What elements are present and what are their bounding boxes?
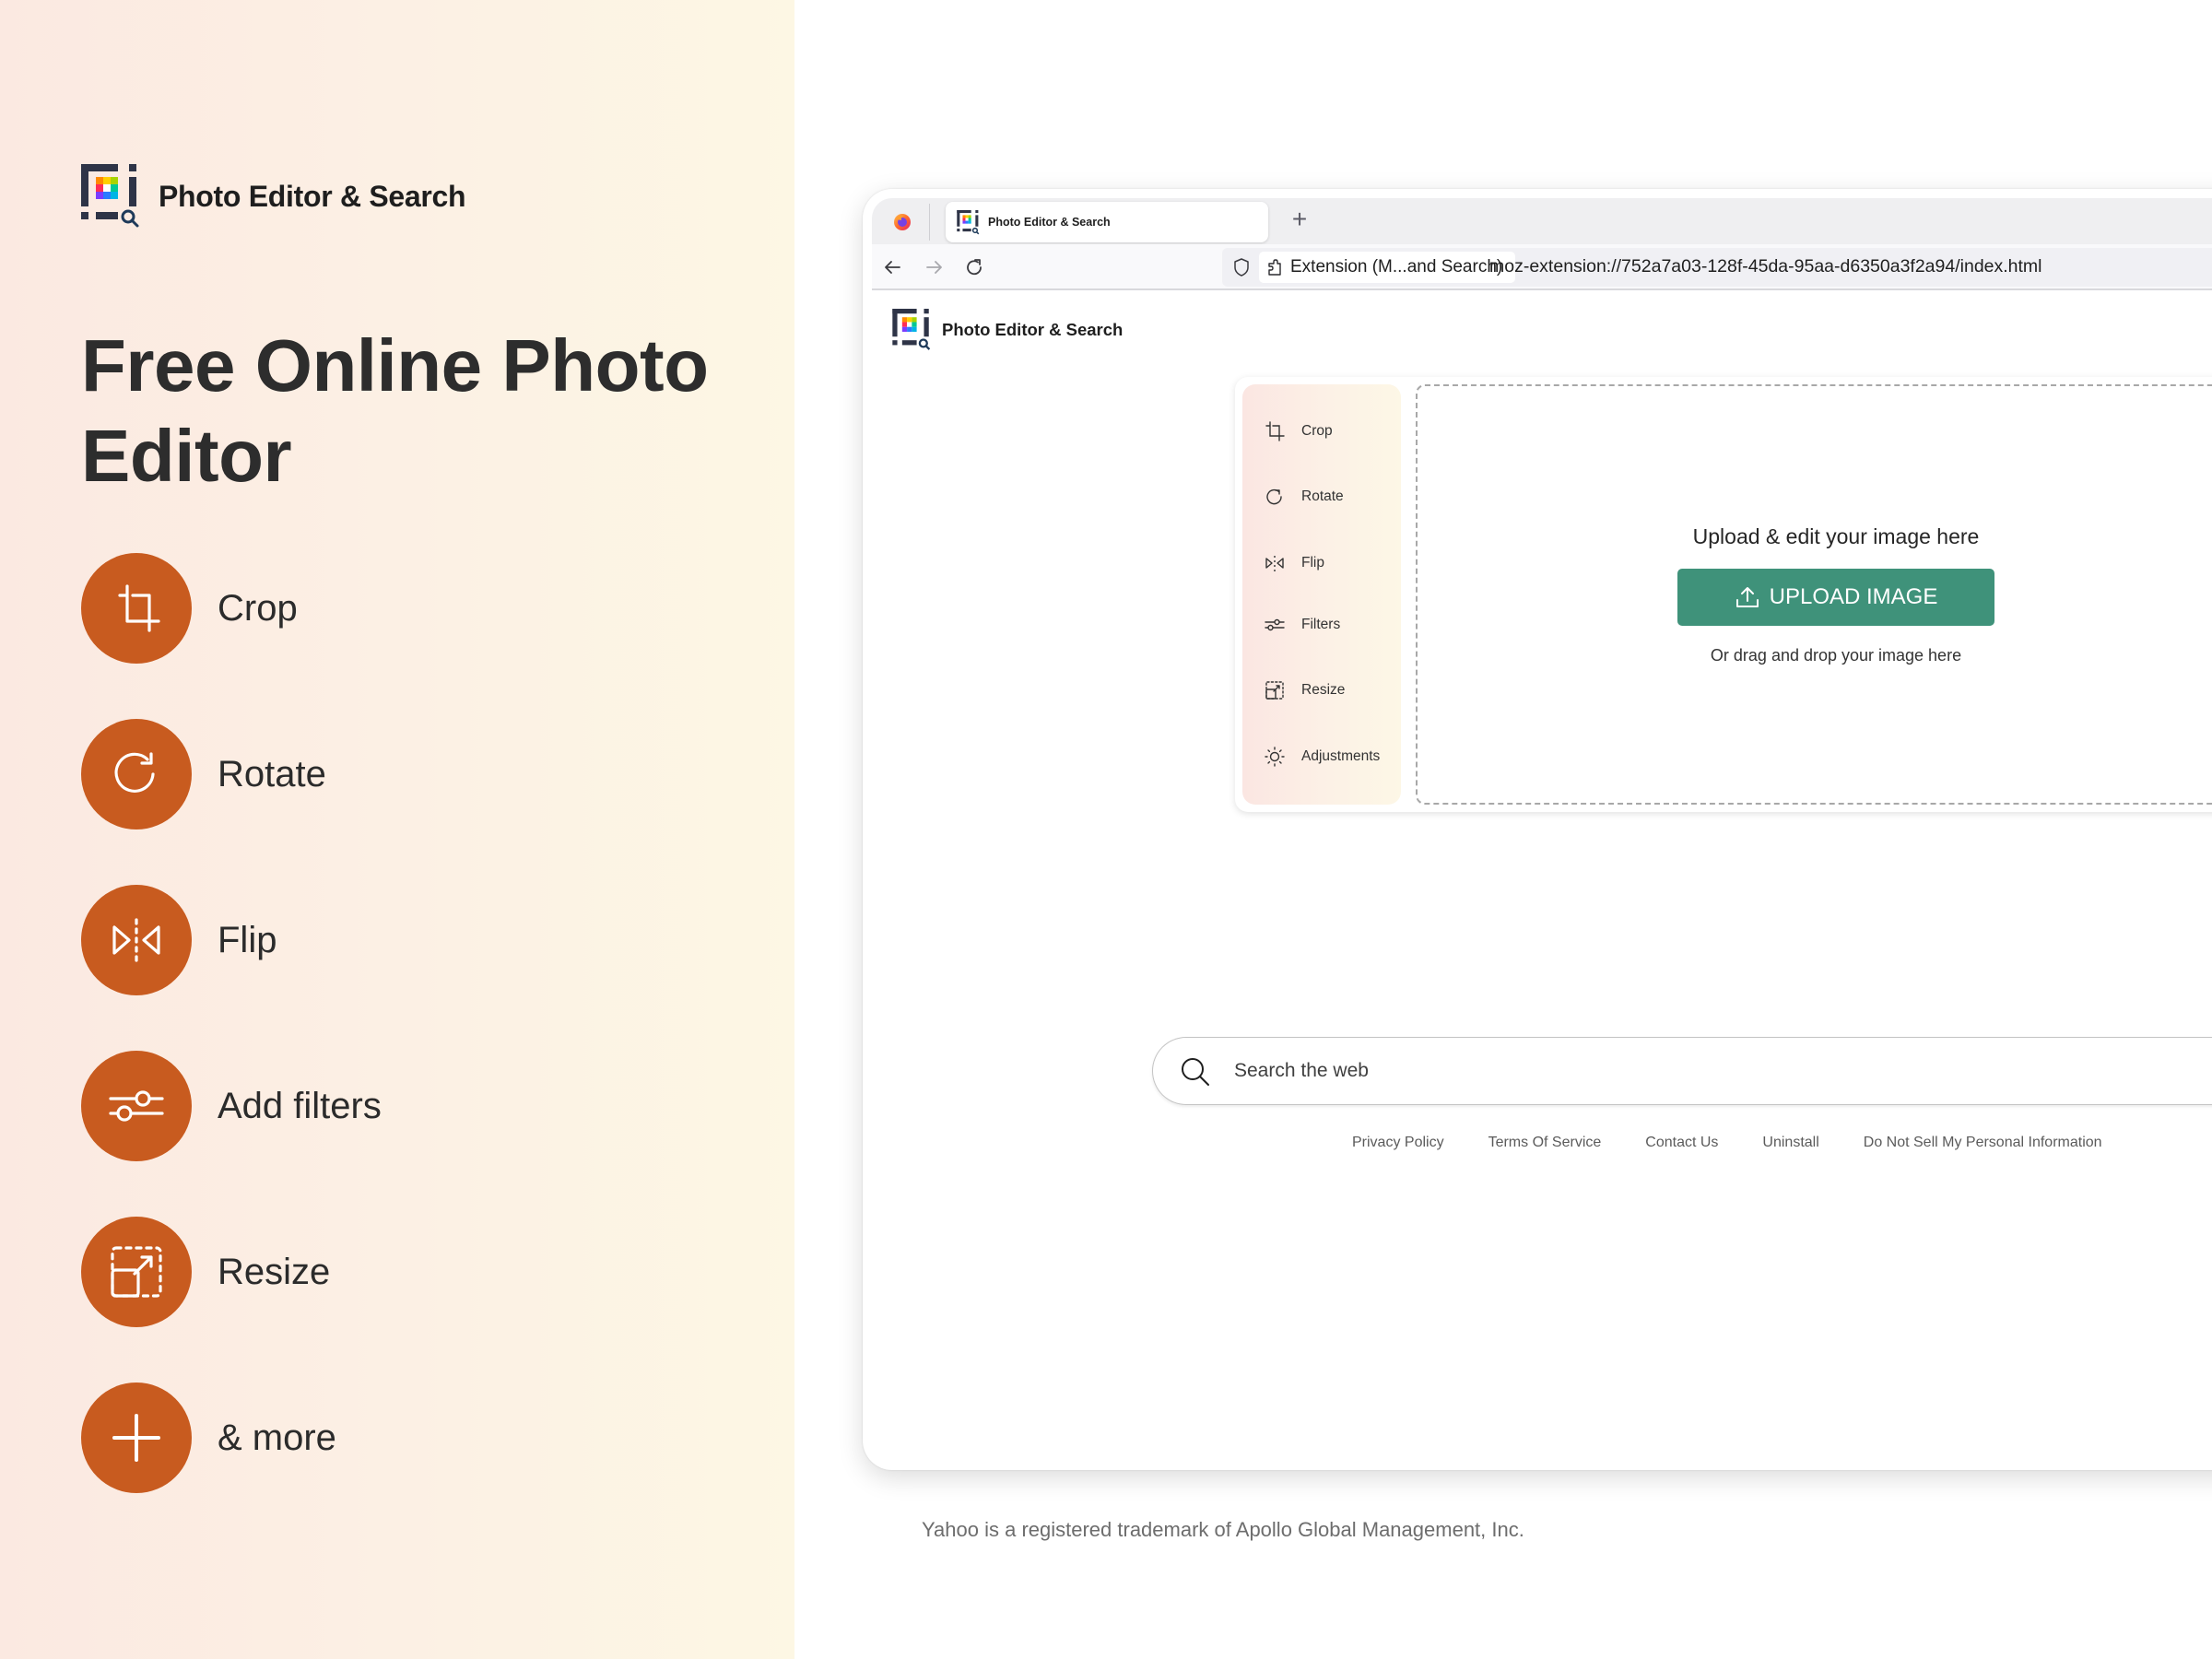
footer-links: Privacy Policy Terms Of Service Contact … xyxy=(1352,1135,2147,1151)
uninstall-link[interactable]: Uninstall xyxy=(1762,1135,1818,1151)
promo-panel: Photo Editor & Search Free Online Photo … xyxy=(0,0,794,1659)
tool-panel: Crop Rotate Flip Filters Resize Adjustme… xyxy=(1242,384,1401,805)
feature-label: Add filters xyxy=(218,1085,382,1126)
upload-icon xyxy=(1735,587,1759,607)
app-logo-icon xyxy=(81,164,142,229)
search-input[interactable] xyxy=(1234,1051,2064,1091)
tool-rotate[interactable]: Rotate xyxy=(1265,487,1344,507)
page-brand: Photo Editor & Search xyxy=(892,309,1123,351)
tab-separator xyxy=(929,204,930,241)
feature-label: Rotate xyxy=(218,753,326,794)
rotate-icon xyxy=(1266,488,1282,505)
arrow-left-icon xyxy=(885,261,900,274)
url-text[interactable]: moz-extension://752a7a03-128f-45da-95aa-… xyxy=(1489,256,2042,277)
feature-filters: Add filters xyxy=(81,1051,382,1161)
tool-label: Adjustments xyxy=(1301,748,1381,764)
feature-label: Flip xyxy=(218,919,277,960)
browser-tab[interactable]: Photo Editor & Search xyxy=(946,202,1268,242)
terms-of-service-link[interactable]: Terms Of Service xyxy=(1488,1135,1602,1151)
privacy-policy-link[interactable]: Privacy Policy xyxy=(1352,1135,1444,1151)
page-brand-name: Photo Editor & Search xyxy=(942,320,1124,339)
web-search-bar[interactable] xyxy=(1152,1037,2212,1105)
feature-list: Crop Rotate Flip Add filters Resize & mo… xyxy=(81,553,382,1493)
filters-icon xyxy=(81,1051,192,1161)
brand-name: Photo Editor & Search xyxy=(159,179,466,213)
promo-brand: Photo Editor & Search xyxy=(81,164,466,229)
rotate-icon xyxy=(81,719,192,830)
feature-rotate: Rotate xyxy=(81,719,382,830)
do-not-sell-link[interactable]: Do Not Sell My Personal Information xyxy=(1864,1135,2102,1151)
arrow-right-icon xyxy=(926,261,942,274)
tool-label: Crop xyxy=(1301,423,1333,439)
extension-identity-chip[interactable]: Extension (M...and Search) xyxy=(1259,252,1516,283)
reload-icon xyxy=(967,259,982,276)
headline: Free Online Photo Editor xyxy=(81,324,709,497)
crop-icon xyxy=(81,553,192,664)
editor-card: Crop Rotate Flip Filters Resize Adjustme… xyxy=(1235,377,2212,812)
filters-icon xyxy=(1265,618,1285,631)
upload-image-button[interactable]: UPLOAD IMAGE xyxy=(1677,569,1994,626)
feature-label: & more xyxy=(218,1417,336,1458)
feature-label: Crop xyxy=(218,587,298,629)
feature-more: & more xyxy=(81,1382,382,1493)
tab-title: Photo Editor & Search xyxy=(988,216,1111,229)
flip-icon xyxy=(1265,556,1284,571)
feature-label: Resize xyxy=(218,1251,331,1292)
contact-us-link[interactable]: Contact Us xyxy=(1645,1135,1718,1151)
upload-title: Upload & edit your image here xyxy=(1692,524,1980,548)
feature-resize: Resize xyxy=(81,1217,382,1327)
search-icon xyxy=(1182,1058,1209,1086)
back-button[interactable] xyxy=(881,255,905,279)
tool-flip[interactable]: Flip xyxy=(1265,553,1324,573)
tool-adjustments[interactable]: Adjustments xyxy=(1265,747,1380,767)
sun-icon xyxy=(1265,747,1285,767)
image-dropzone[interactable]: Upload & edit your image here UPLOAD IMA… xyxy=(1416,384,2212,805)
resize-icon xyxy=(1265,681,1284,700)
feature-crop: Crop xyxy=(81,553,382,664)
drag-drop-hint: Or drag and drop your image here xyxy=(1710,646,1962,665)
extension-page: Photo Editor & Search Crop Rotate Flip F… xyxy=(863,292,2212,1470)
firefox-icon[interactable] xyxy=(892,211,912,231)
url-bar[interactable]: Extension (M...and Search) moz-extension… xyxy=(1222,248,2212,287)
puzzle-icon xyxy=(1268,259,1281,276)
crop-icon xyxy=(1265,421,1285,441)
shield-icon[interactable] xyxy=(1231,257,1252,277)
tool-label: Resize xyxy=(1301,682,1346,698)
tool-resize[interactable]: Resize xyxy=(1265,680,1345,700)
new-tab-button[interactable]: + xyxy=(1287,206,1312,233)
tool-label: Flip xyxy=(1301,555,1324,571)
trademark-notice: Yahoo is a registered trademark of Apoll… xyxy=(922,1518,1524,1541)
navigation-bar: Extension (M...and Search) moz-extension… xyxy=(872,244,2212,290)
extension-chip-label: Extension (M...and Search) xyxy=(1290,257,1503,276)
upload-button-label: UPLOAD IMAGE xyxy=(1769,584,1938,609)
resize-icon xyxy=(81,1217,192,1327)
tool-label: Rotate xyxy=(1301,488,1344,504)
app-logo-icon xyxy=(957,210,981,235)
feature-flip: Flip xyxy=(81,885,382,995)
reload-button[interactable] xyxy=(962,255,986,279)
forward-button[interactable] xyxy=(922,255,946,279)
app-logo-icon xyxy=(892,309,933,351)
tab-bar: Photo Editor & Search + xyxy=(872,198,2212,244)
tool-crop[interactable]: Crop xyxy=(1265,421,1333,441)
tool-filters[interactable]: Filters xyxy=(1265,615,1340,635)
plus-icon xyxy=(81,1382,192,1493)
tool-label: Filters xyxy=(1301,617,1341,632)
browser-window: Photo Editor & Search + Extension (M...a… xyxy=(863,189,2212,1470)
flip-icon xyxy=(81,885,192,995)
